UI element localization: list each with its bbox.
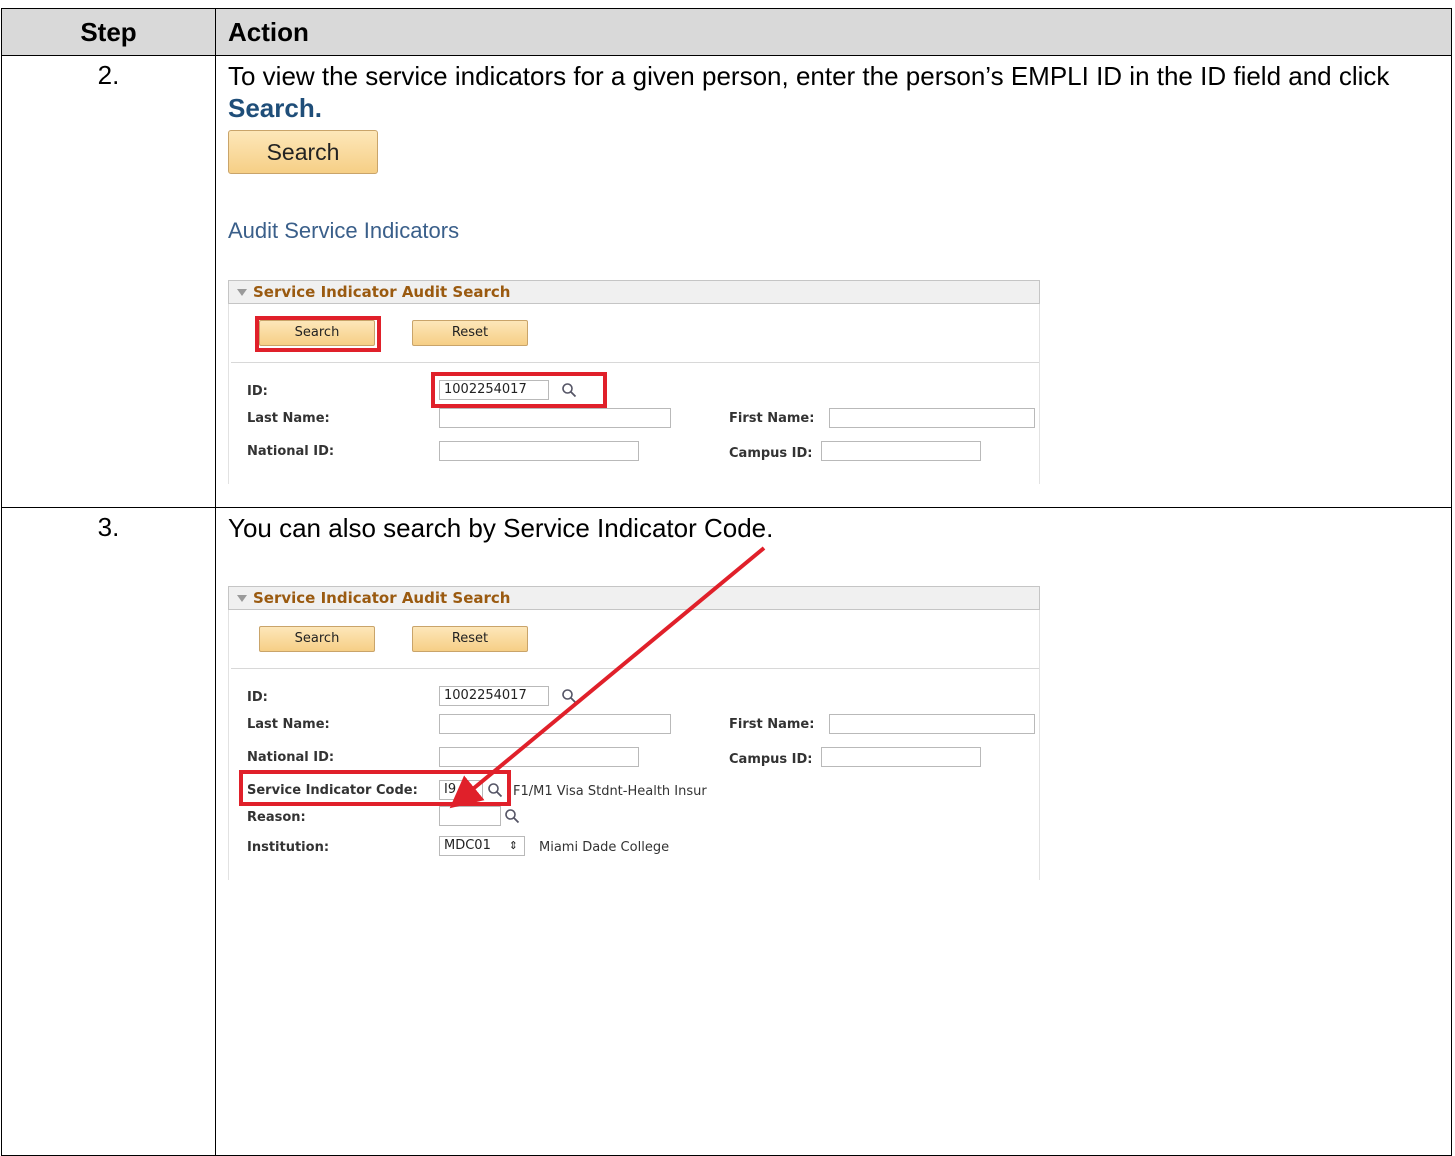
institution-select[interactable]: MDC01 ⇕ xyxy=(439,836,525,856)
action-column-header: Action xyxy=(215,8,1452,56)
service-indicator-description: F1/M1 Visa Stdnt-Health Insur xyxy=(513,784,707,799)
sic-highlight-box xyxy=(239,770,511,806)
search-highlight-box xyxy=(255,316,381,352)
step-column-header: Step xyxy=(1,8,216,56)
step-number: 2. xyxy=(1,55,216,508)
collapse-triangle-icon[interactable] xyxy=(237,595,247,602)
panel-header[interactable]: Service Indicator Audit Search xyxy=(228,280,1040,304)
search-keyword: Search. xyxy=(228,93,322,123)
panel-body: Search Reset ID: 1002254017 Last Name: F… xyxy=(228,610,1040,880)
audit-search-panel: Service Indicator Audit Search Search Re… xyxy=(228,586,1040,880)
reason-lookup-icon[interactable] xyxy=(504,808,520,824)
first-name-input[interactable] xyxy=(829,408,1035,428)
first-name-input[interactable] xyxy=(829,714,1035,734)
panel-header[interactable]: Service Indicator Audit Search xyxy=(228,586,1040,610)
last-name-input[interactable] xyxy=(439,408,671,428)
audit-search-panel: Service Indicator Audit Search Search Re… xyxy=(228,280,1040,484)
first-name-label: First Name: xyxy=(729,411,815,426)
step-table: Step Action 2. To view the service indic… xyxy=(1,8,1452,1156)
id-label: ID: xyxy=(247,384,268,399)
reset-button[interactable]: Reset xyxy=(412,320,528,346)
id-highlight-box xyxy=(431,372,607,408)
national-id-input[interactable] xyxy=(439,747,639,767)
step-row-2: 2. To view the service indicators for a … xyxy=(1,55,1452,508)
action-cell: To view the service indicators for a giv… xyxy=(215,55,1452,508)
last-name-label: Last Name: xyxy=(247,411,330,426)
national-id-label: National ID: xyxy=(247,444,335,459)
last-name-label: Last Name: xyxy=(247,717,330,732)
id-lookup-icon[interactable] xyxy=(561,688,577,704)
id-label: ID: xyxy=(247,690,268,705)
national-id-label: National ID: xyxy=(247,750,335,765)
step-row-3: 3. You can also search by Service Indica… xyxy=(1,507,1452,1156)
separator xyxy=(231,668,1039,669)
campus-id-input[interactable] xyxy=(821,441,981,461)
select-arrows-icon: ⇕ xyxy=(508,839,518,852)
step-number: 3. xyxy=(1,507,216,1156)
search-button[interactable]: Search xyxy=(259,626,375,652)
last-name-input[interactable] xyxy=(439,714,671,734)
institution-description: Miami Dade College xyxy=(539,840,670,855)
collapse-triangle-icon[interactable] xyxy=(237,289,247,296)
header-row: Step Action xyxy=(1,8,1452,56)
action-cell: You can also search by Service Indicator… xyxy=(215,507,1452,1156)
institution-label: Institution: xyxy=(247,840,330,855)
reason-label: Reason: xyxy=(247,810,306,825)
page-title: Audit Service Indicators xyxy=(228,218,460,243)
campus-id-label: Campus ID: xyxy=(729,446,813,461)
first-name-label: First Name: xyxy=(729,717,815,732)
instruction-text: To view the service indicators for a giv… xyxy=(228,61,1390,123)
campus-id-label: Campus ID: xyxy=(729,752,813,767)
campus-id-input[interactable] xyxy=(821,747,981,767)
separator xyxy=(231,362,1039,363)
id-input[interactable]: 1002254017 xyxy=(439,686,549,706)
panel-body: Search Reset ID: 1002254017 Last Name: F… xyxy=(228,304,1040,484)
reason-input[interactable] xyxy=(439,806,501,826)
reset-button[interactable]: Reset xyxy=(412,626,528,652)
instruction-text: You can also search by Service Indicator… xyxy=(228,513,774,543)
search-button-example[interactable]: Search xyxy=(228,130,378,174)
national-id-input[interactable] xyxy=(439,441,639,461)
